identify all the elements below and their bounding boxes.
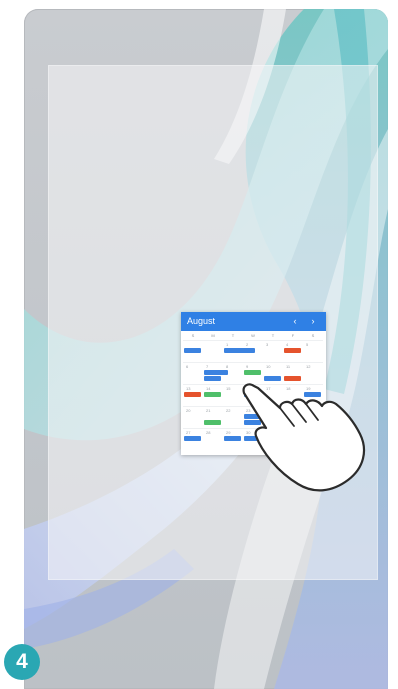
calendar-day-cell[interactable]: 20 <box>183 406 203 428</box>
day-number: 20 <box>186 408 191 413</box>
calendar-event-chip[interactable] <box>224 348 255 353</box>
day-number: 29 <box>226 430 231 435</box>
day-number: 28 <box>206 430 211 435</box>
calendar-event-chip[interactable] <box>184 348 201 353</box>
calendar-event-chip[interactable] <box>204 370 228 375</box>
day-number: 11 <box>286 364 291 369</box>
chevron-left-icon[interactable]: ‹ <box>291 316 299 327</box>
day-number: 4 <box>286 342 289 347</box>
calendar-event-chip[interactable] <box>284 348 301 353</box>
chevron-right-icon[interactable]: › <box>309 316 317 327</box>
day-number: 6 <box>186 364 189 369</box>
day-number: 2 <box>246 342 249 347</box>
calendar-event-chip[interactable] <box>204 420 221 425</box>
day-number: 12 <box>306 364 311 369</box>
day-number: 7 <box>206 364 209 369</box>
day-number: 1 <box>226 342 229 347</box>
weekday-label: W <box>251 333 255 338</box>
weekday-label: F <box>291 333 295 338</box>
calendar-event-chip[interactable] <box>184 436 201 441</box>
day-number: 10 <box>266 364 271 369</box>
calendar-weekday-row: SMTWTFS <box>181 331 326 340</box>
calendar-event-chip[interactable] <box>184 392 201 397</box>
day-number: 15 <box>226 386 231 391</box>
day-number: 9 <box>246 364 249 369</box>
pointing-hand-icon <box>242 383 366 492</box>
calendar-day-cell[interactable]: 28 <box>203 428 223 450</box>
weekday-label: T <box>271 333 275 338</box>
day-number: 13 <box>186 386 191 391</box>
day-number: 21 <box>206 408 211 413</box>
day-number: 8 <box>226 364 229 369</box>
day-number: 27 <box>186 430 191 435</box>
calendar-day-cell[interactable] <box>203 340 223 362</box>
calendar-day-cell[interactable]: 3 <box>263 340 283 362</box>
weekday-label: T <box>231 333 235 338</box>
step-number-badge: 4 <box>4 644 40 680</box>
calendar-day-cell[interactable]: 6 <box>183 362 203 384</box>
calendar-header: August ‹ › <box>181 312 326 331</box>
calendar-event-chip[interactable] <box>204 392 221 397</box>
day-number: 3 <box>266 342 269 347</box>
calendar-event-chip[interactable] <box>204 376 221 381</box>
day-number: 5 <box>306 342 309 347</box>
calendar-event-chip[interactable] <box>244 370 261 375</box>
weekday-label: S <box>311 333 315 338</box>
day-number: 14 <box>206 386 211 391</box>
calendar-day-cell[interactable]: 5 <box>303 340 323 362</box>
calendar-month-title: August <box>187 316 216 326</box>
weekday-label: M <box>211 333 215 338</box>
day-number: 22 <box>226 408 231 413</box>
weekday-label: S <box>191 333 195 338</box>
